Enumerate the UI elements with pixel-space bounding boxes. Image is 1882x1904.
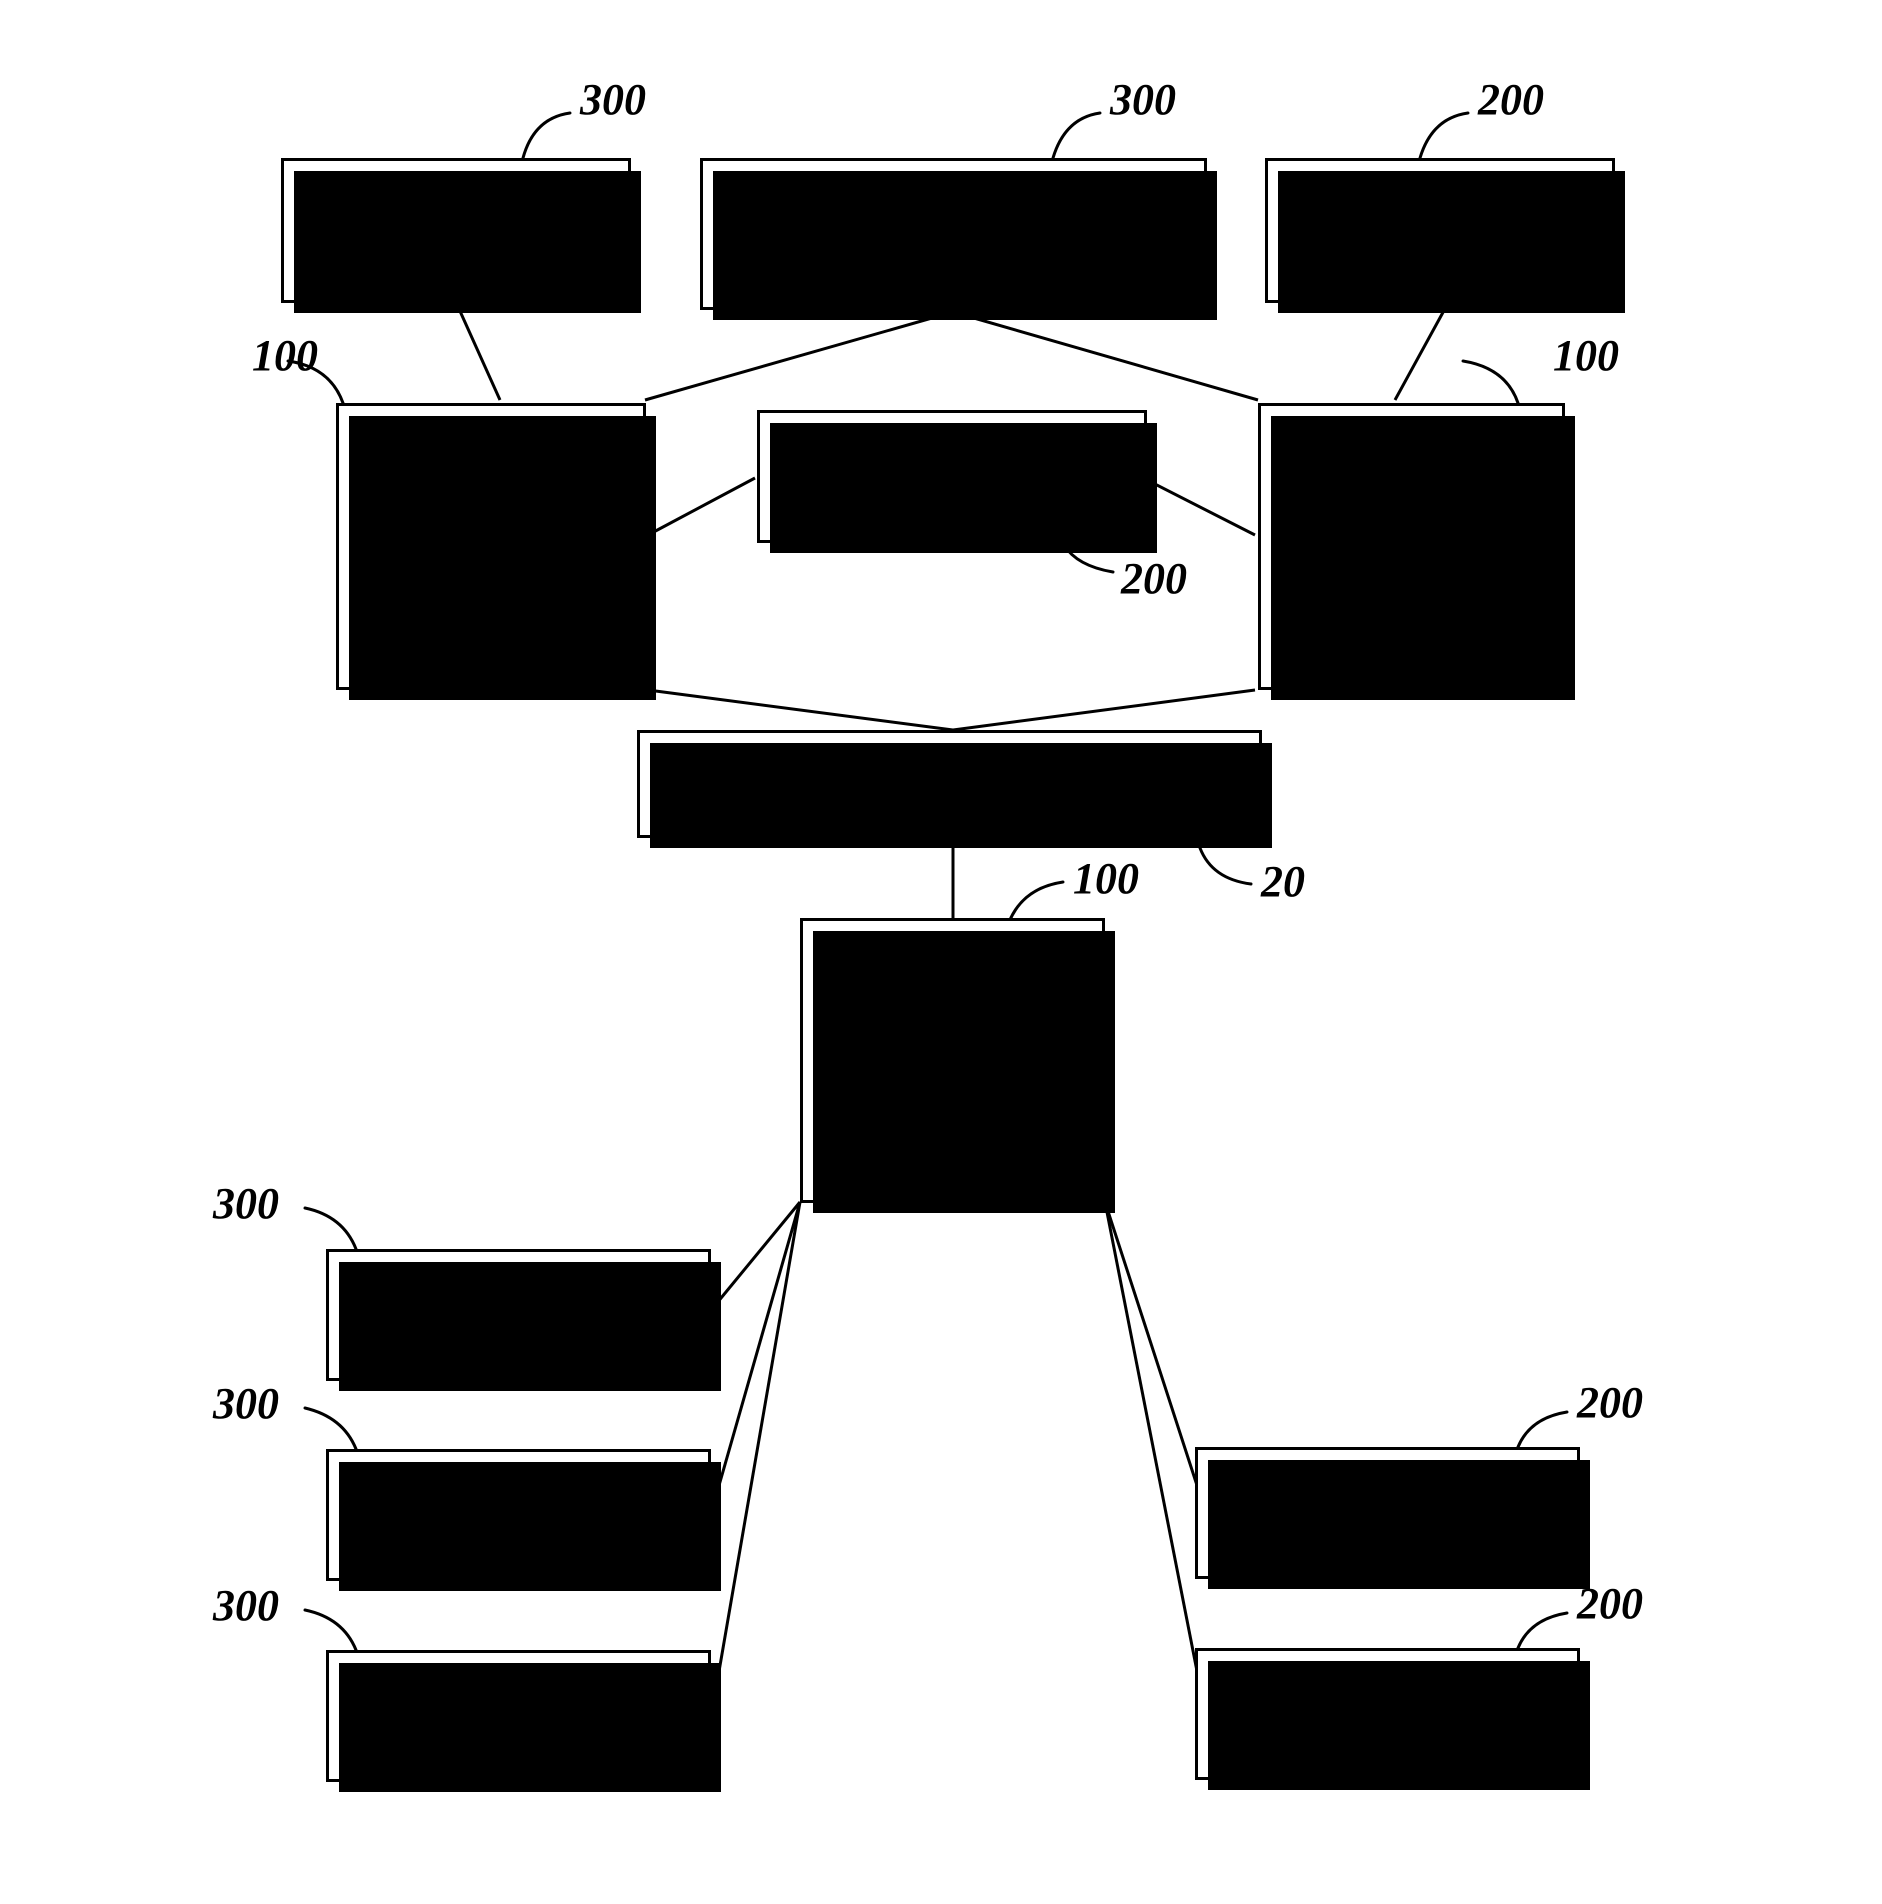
node-advertiser-bottom-1[interactable]: Advertiser <box>326 1249 721 1391</box>
wire-mainnet-to-aff2 <box>1103 1201 1207 1713</box>
leader-200-top-right <box>1418 111 1470 160</box>
leader-20-control-center <box>1198 846 1253 886</box>
leader-300-top-left <box>521 111 572 160</box>
wire-aff-to-netright <box>1393 304 1449 401</box>
node-label: Affiliate Network <box>1335 498 1488 595</box>
node-label: Affiliate <box>884 453 1020 500</box>
node-label: Advertiser <box>425 1692 612 1739</box>
leader-300-bottom-3 <box>303 1608 358 1652</box>
node-label: Advertiser <box>362 207 550 254</box>
node-affiliate-top-right[interactable]: Affiliate <box>1265 158 1625 313</box>
node-advertiser-bottom-2[interactable]: Advertiser <box>326 1449 721 1591</box>
node-affiliate-network-left[interactable]: Affiliate Network <box>336 403 656 700</box>
node-advertiser-top-center[interactable]: Advertiser <box>700 158 1217 320</box>
ref-20-control-center: 20 <box>1261 857 1305 906</box>
wire-netright-to-control <box>952 688 1256 732</box>
wire-netleft-to-control <box>647 688 954 732</box>
ref-100-network-left: 100 <box>252 331 318 380</box>
node-affiliate-middle-center[interactable]: Affiliate <box>757 410 1157 553</box>
node-label: Advertiser <box>425 1491 612 1538</box>
ref-300-bottom-1: 300 <box>213 1179 279 1228</box>
ref-300-top-left: 300 <box>580 75 646 124</box>
ref-200-bottom-2: 200 <box>1577 1579 1643 1628</box>
node-label: Affiliate <box>1319 1489 1456 1536</box>
node-affiliate-bottom-1[interactable]: Affiliate <box>1195 1447 1590 1589</box>
ref-200-middle-affiliate: 200 <box>1121 554 1187 603</box>
wire-adv2-to-netleft <box>644 310 954 402</box>
node-label: Control Center <box>814 760 1085 807</box>
leader-200-bottom-2 <box>1516 1611 1569 1650</box>
wire-adv1-to-netleft <box>453 299 502 401</box>
node-affiliate-network-main[interactable]: Affiliate Network <box>800 918 1115 1213</box>
ref-100-main-network: 100 <box>1073 854 1139 903</box>
ref-200-top-right: 200 <box>1478 75 1544 124</box>
leader-100-main-network <box>1007 880 1065 924</box>
wire-netright-to-midaffiliate <box>1142 476 1256 537</box>
ref-100-network-right: 100 <box>1553 331 1619 380</box>
leader-100-net-right <box>1461 359 1520 405</box>
ref-300-top-center: 300 <box>1110 75 1176 124</box>
node-control-center[interactable]: Control Center <box>637 730 1272 848</box>
node-advertiser-top-left[interactable]: Advertiser <box>281 158 641 313</box>
node-label: Affiliate <box>1319 1690 1456 1737</box>
wire-mainnet-to-adv1 <box>710 1201 802 1310</box>
node-label: Affiliate Network <box>876 1012 1029 1109</box>
leader-300-top-center <box>1051 111 1102 160</box>
ref-200-bottom-1: 200 <box>1577 1378 1643 1427</box>
leader-200-bottom-1 <box>1516 1410 1569 1449</box>
node-label: Affiliate Network <box>415 498 567 595</box>
node-advertiser-bottom-3[interactable]: Advertiser <box>326 1650 721 1792</box>
node-affiliate-bottom-2[interactable]: Affiliate <box>1195 1648 1590 1790</box>
leader-300-bottom-1 <box>303 1206 358 1251</box>
node-affiliate-network-right[interactable]: Affiliate Network <box>1258 403 1575 700</box>
patent-figure: Advertiser 300 Advertiser 300 Affiliate … <box>0 0 1882 1904</box>
leader-300-bottom-2 <box>303 1406 358 1451</box>
wire-mainnet-to-adv3 <box>710 1201 802 1713</box>
node-label: Advertiser <box>860 210 1047 257</box>
wire-adv2-to-netright <box>952 310 1259 402</box>
ref-300-bottom-3: 300 <box>213 1581 279 1630</box>
wire-netleft-to-midaffiliate <box>647 476 756 537</box>
ref-300-bottom-2: 300 <box>213 1379 279 1428</box>
node-label: Advertiser <box>425 1291 612 1338</box>
node-label: Affiliate <box>1372 207 1508 254</box>
